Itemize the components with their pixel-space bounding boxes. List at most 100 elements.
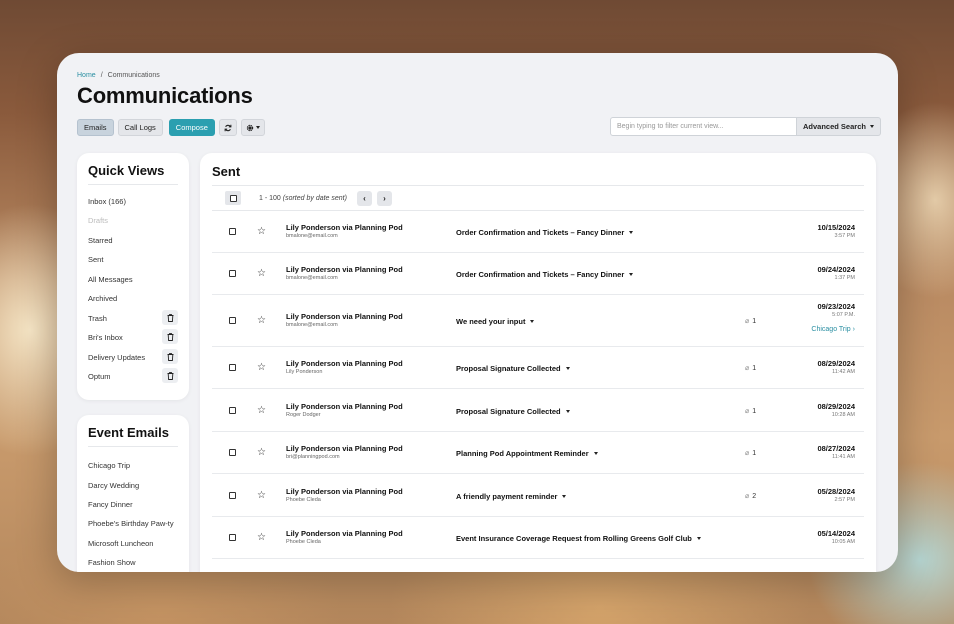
quick-view-item[interactable]: Delivery Updates bbox=[88, 353, 145, 362]
event-email-item[interactable]: Fashion Show bbox=[88, 558, 136, 567]
quick-view-item[interactable]: Inbox (166) bbox=[88, 197, 126, 206]
delete-view-button[interactable] bbox=[162, 310, 178, 325]
range-count: 1 - 100 bbox=[259, 194, 281, 202]
quick-view-item[interactable]: Starred bbox=[88, 236, 113, 245]
star-icon[interactable]: ☆ bbox=[257, 269, 266, 279]
row-checkbox[interactable] bbox=[229, 270, 236, 277]
row-checkbox[interactable] bbox=[229, 534, 236, 541]
message-recipient: bmalone@email.com bbox=[286, 275, 338, 281]
delete-view-button[interactable] bbox=[162, 368, 178, 383]
event-tag-link[interactable]: Chicago Trip › bbox=[811, 326, 855, 333]
row-checkbox[interactable] bbox=[229, 317, 236, 324]
event-email-item[interactable]: Phoebe's Birthday Paw-ty bbox=[88, 519, 174, 528]
message-time: 10:05 AM bbox=[831, 539, 855, 545]
message-recipient: Lily Ponderson bbox=[286, 369, 323, 375]
message-recipient: bmalone@email.com bbox=[286, 233, 338, 239]
emails-tab-button[interactable]: Emails bbox=[77, 119, 114, 136]
quick-view-item[interactable]: Sent bbox=[88, 255, 103, 264]
advanced-search-button[interactable]: Advanced Search bbox=[797, 117, 881, 136]
message-row[interactable]: ☆ Lily Ponderson via Planning Pod bmalone@… bbox=[212, 253, 864, 295]
quick-view-item[interactable]: Optum bbox=[88, 372, 111, 381]
delete-view-button[interactable] bbox=[162, 329, 178, 344]
chevron-down-icon[interactable] bbox=[696, 537, 701, 540]
quick-view-item[interactable]: Bri's Inbox bbox=[88, 333, 123, 342]
subject-text: We need your input bbox=[456, 317, 526, 326]
attachment-indicator: ⌀ 1 bbox=[745, 364, 757, 373]
subject-text: Event Insurance Coverage Request from Ro… bbox=[456, 534, 692, 543]
quick-view-item[interactable]: Drafts bbox=[88, 216, 108, 225]
select-all-checkbox[interactable] bbox=[225, 191, 241, 205]
star-icon[interactable]: ☆ bbox=[257, 533, 266, 543]
row-checkbox[interactable] bbox=[229, 364, 236, 371]
chevron-down-icon[interactable] bbox=[629, 273, 634, 276]
message-subject[interactable]: Proposal Signature Collected bbox=[456, 407, 570, 416]
delete-view-button[interactable] bbox=[162, 349, 178, 364]
chevron-down-icon[interactable] bbox=[593, 452, 598, 455]
message-subject[interactable]: Proposal Signature Collected bbox=[456, 364, 570, 373]
trash-icon bbox=[167, 352, 173, 361]
message-subject[interactable]: A friendly payment reminder bbox=[456, 492, 567, 501]
toolbar: Emails Call Logs Compose bbox=[77, 119, 265, 136]
chevron-down-icon[interactable] bbox=[565, 367, 570, 370]
trash-icon bbox=[167, 332, 173, 341]
row-checkbox[interactable] bbox=[229, 407, 236, 414]
star-icon[interactable]: ☆ bbox=[257, 448, 266, 458]
gear-icon bbox=[246, 124, 254, 131]
star-icon[interactable]: ☆ bbox=[257, 227, 266, 237]
search-bar: Begin typing to filter current view... A… bbox=[610, 117, 881, 136]
prev-page-button[interactable]: ‹ bbox=[356, 190, 372, 206]
event-tag-label: Chicago Trip bbox=[811, 326, 851, 333]
event-email-item[interactable]: Darcy Wedding bbox=[88, 481, 139, 490]
attachment-count: 1 bbox=[752, 449, 757, 457]
message-sender: Lily Ponderson via Planning Pod bbox=[286, 444, 403, 453]
attachment-count: 1 bbox=[752, 364, 757, 372]
message-recipient: bmalone@email.com bbox=[286, 322, 338, 328]
next-page-button[interactable]: › bbox=[376, 190, 392, 206]
message-row[interactable]: ☆ Lily Ponderson via Planning Pod Phoebe C… bbox=[212, 517, 864, 559]
message-row[interactable]: ☆ Lily Ponderson via Planning Pod bmalone@… bbox=[212, 211, 864, 253]
message-row[interactable]: ☆ Lily Ponderson via Planning Pod Lily Pon… bbox=[212, 347, 864, 389]
row-checkbox[interactable] bbox=[229, 492, 236, 499]
message-subject[interactable]: We need your input bbox=[456, 317, 535, 326]
message-row[interactable]: ☆ Lily Ponderson via Planning Pod bmalone@… bbox=[212, 295, 864, 347]
message-subject[interactable]: Order Confirmation and Tickets – Fancy D… bbox=[456, 228, 634, 237]
star-icon[interactable]: ☆ bbox=[257, 406, 266, 416]
paperclip-icon: ⌀ bbox=[745, 450, 750, 457]
chevron-down-icon bbox=[255, 126, 260, 129]
subject-text: A friendly payment reminder bbox=[456, 492, 558, 501]
message-date: 09/24/2024 bbox=[817, 265, 855, 274]
quick-view-item[interactable]: All Messages bbox=[88, 275, 133, 284]
message-subject[interactable]: Order Confirmation and Tickets – Fancy D… bbox=[456, 270, 634, 279]
message-row[interactable]: ☆ Lily Ponderson via Planning Pod bri@plan… bbox=[212, 432, 864, 474]
quick-view-item[interactable]: Archived bbox=[88, 294, 117, 303]
refresh-icon bbox=[224, 124, 232, 131]
event-email-item[interactable]: Fancy Dinner bbox=[88, 500, 133, 509]
message-row[interactable]: ☆ Lily Ponderson via Planning Pod Phoebe C… bbox=[212, 474, 864, 517]
star-icon[interactable]: ☆ bbox=[257, 491, 266, 501]
refresh-button[interactable] bbox=[218, 119, 237, 136]
star-icon[interactable]: ☆ bbox=[257, 316, 266, 326]
message-row[interactable]: ☆ Lily Ponderson via Planning Pod Roger Do… bbox=[212, 389, 864, 432]
message-subject[interactable]: Planning Pod Appointment Reminder bbox=[456, 449, 598, 458]
breadcrumb-home-link[interactable]: Home bbox=[77, 72, 96, 79]
message-sender: Lily Ponderson via Planning Pod bbox=[286, 265, 403, 274]
filter-search-input[interactable]: Begin typing to filter current view... bbox=[610, 117, 797, 136]
call-logs-tab-button[interactable]: Call Logs bbox=[117, 119, 163, 136]
star-icon[interactable]: ☆ bbox=[257, 363, 266, 373]
message-sender: Lily Ponderson via Planning Pod bbox=[286, 359, 403, 368]
settings-dropdown-button[interactable] bbox=[240, 119, 265, 136]
chevron-down-icon[interactable] bbox=[565, 410, 570, 413]
event-email-item[interactable]: Microsoft Luncheon bbox=[88, 539, 153, 548]
row-checkbox[interactable] bbox=[229, 228, 236, 235]
message-subject[interactable]: Event Insurance Coverage Request from Ro… bbox=[456, 534, 701, 543]
breadcrumb-separator: / bbox=[100, 72, 103, 79]
row-checkbox[interactable] bbox=[229, 449, 236, 456]
compose-button[interactable]: Compose bbox=[168, 119, 215, 136]
chevron-down-icon[interactable] bbox=[562, 495, 567, 498]
chevron-down-icon[interactable] bbox=[530, 320, 535, 323]
attachment-indicator: ⌀ 1 bbox=[745, 407, 756, 416]
chevron-down-icon[interactable] bbox=[629, 231, 634, 234]
event-email-item[interactable]: Chicago Trip bbox=[88, 461, 130, 470]
attachment-count: 2 bbox=[752, 492, 757, 500]
quick-view-item[interactable]: Trash bbox=[88, 314, 107, 323]
